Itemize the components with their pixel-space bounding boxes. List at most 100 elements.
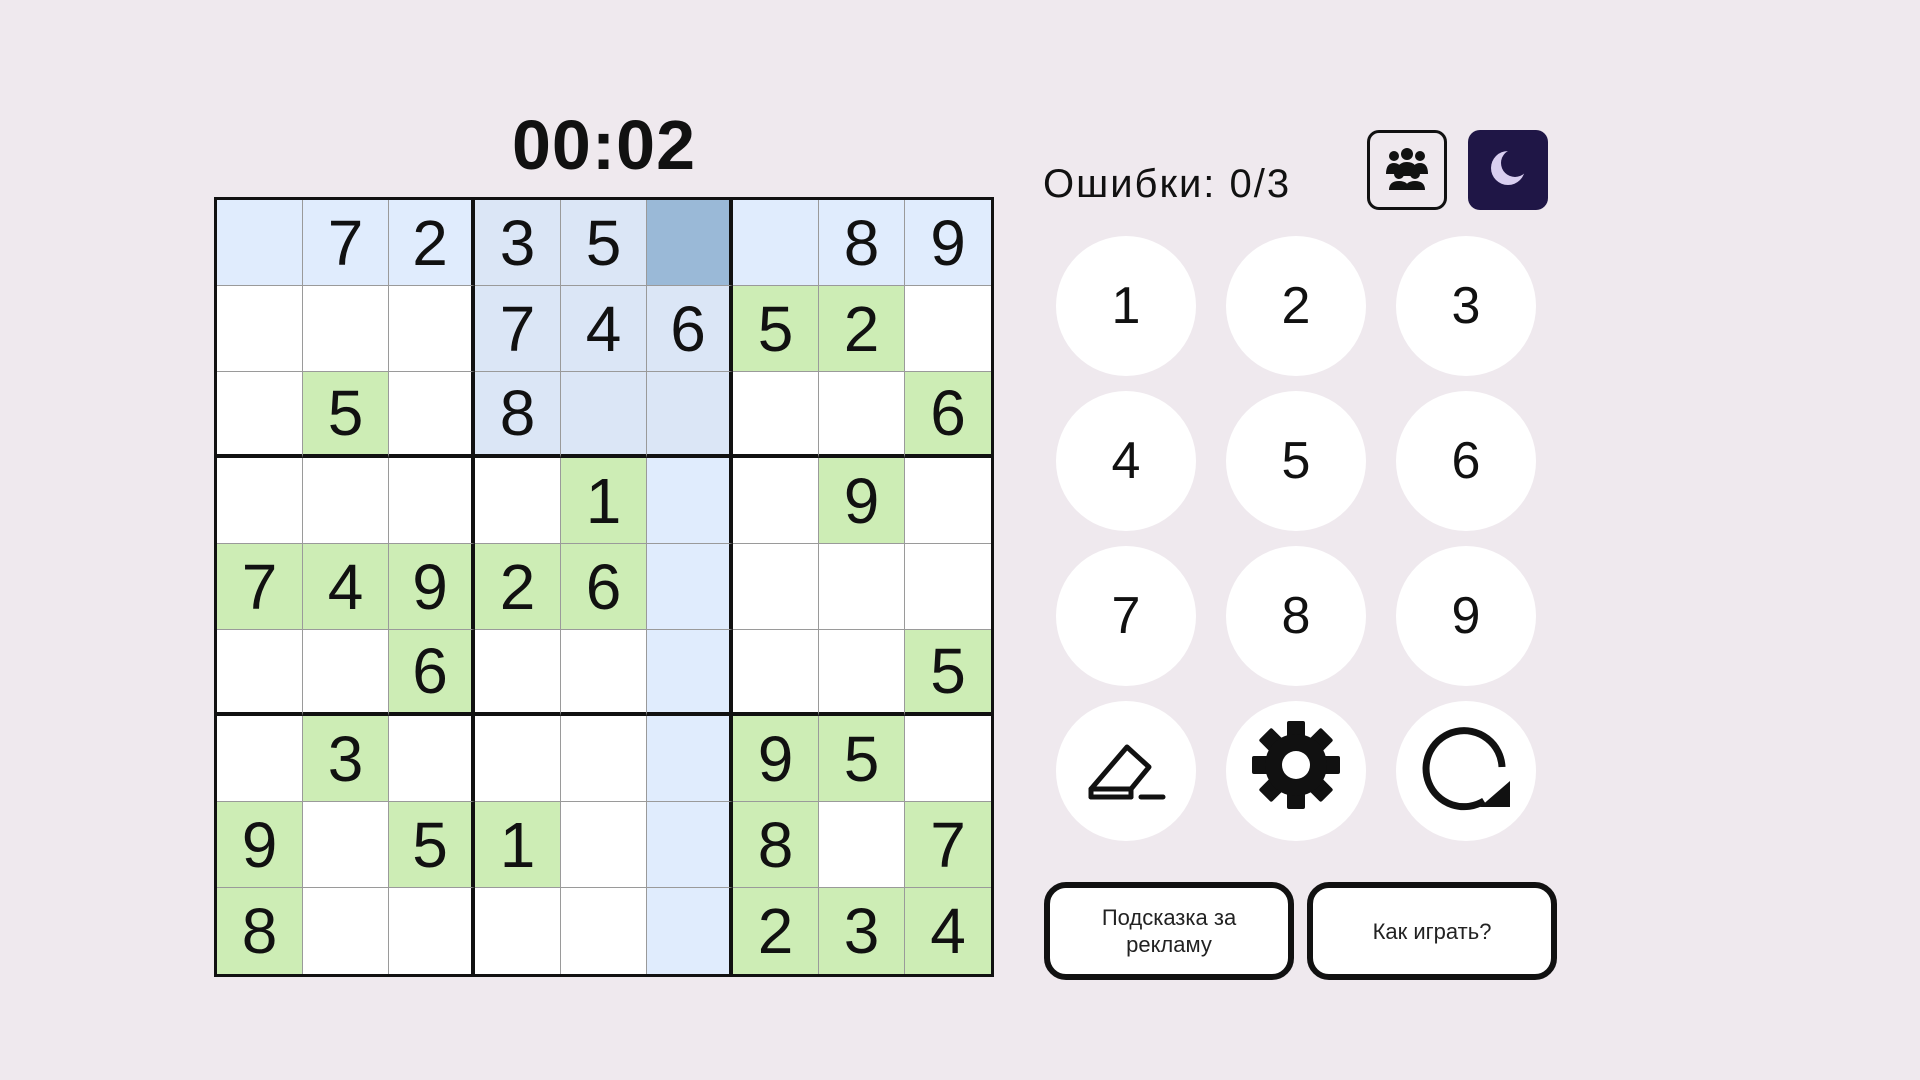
sudoku-cell[interactable]: [733, 544, 819, 630]
sudoku-cell[interactable]: 5: [303, 372, 389, 458]
sudoku-cell[interactable]: 2: [733, 888, 819, 974]
gear-icon: [1250, 719, 1342, 824]
sudoku-cell[interactable]: [389, 286, 475, 372]
sudoku-cell[interactable]: [561, 716, 647, 802]
sudoku-cell[interactable]: [647, 630, 733, 716]
sudoku-cell[interactable]: 9: [733, 716, 819, 802]
sudoku-cell[interactable]: 6: [561, 544, 647, 630]
sudoku-cell[interactable]: [819, 544, 905, 630]
hint-for-ad-button[interactable]: Подсказка за рекламу: [1044, 882, 1294, 980]
sudoku-cell[interactable]: 8: [733, 802, 819, 888]
sudoku-cell[interactable]: [217, 200, 303, 286]
number-6-button[interactable]: 6: [1396, 391, 1536, 531]
sudoku-cell[interactable]: [217, 630, 303, 716]
players-button[interactable]: [1367, 130, 1447, 210]
how-to-play-button[interactable]: Как играть?: [1307, 882, 1557, 980]
sudoku-cell[interactable]: [475, 630, 561, 716]
sudoku-cell[interactable]: 7: [475, 286, 561, 372]
sudoku-cell[interactable]: [389, 888, 475, 974]
sudoku-cell[interactable]: [303, 458, 389, 544]
sudoku-cell[interactable]: 5: [905, 630, 991, 716]
sudoku-cell[interactable]: 9: [389, 544, 475, 630]
sudoku-cell[interactable]: [819, 802, 905, 888]
sudoku-cell[interactable]: 2: [475, 544, 561, 630]
sudoku-cell[interactable]: [389, 458, 475, 544]
sudoku-cell[interactable]: [905, 286, 991, 372]
sudoku-cell[interactable]: 1: [475, 802, 561, 888]
sudoku-cell[interactable]: [217, 286, 303, 372]
number-8-button[interactable]: 8: [1226, 546, 1366, 686]
sudoku-cell[interactable]: [303, 888, 389, 974]
settings-button[interactable]: [1226, 701, 1366, 841]
theme-toggle-button[interactable]: [1468, 130, 1548, 210]
sudoku-cell[interactable]: 3: [475, 200, 561, 286]
restart-button[interactable]: [1396, 701, 1536, 841]
sudoku-cell[interactable]: [647, 372, 733, 458]
sudoku-cell[interactable]: 6: [647, 286, 733, 372]
sudoku-cell[interactable]: [905, 544, 991, 630]
number-7-button[interactable]: 7: [1056, 546, 1196, 686]
sudoku-cell[interactable]: [217, 716, 303, 802]
sudoku-cell[interactable]: 6: [389, 630, 475, 716]
sudoku-cell[interactable]: 6: [905, 372, 991, 458]
sudoku-cell[interactable]: 8: [819, 200, 905, 286]
sudoku-cell[interactable]: 5: [819, 716, 905, 802]
sudoku-cell[interactable]: [561, 372, 647, 458]
sudoku-cell[interactable]: 5: [561, 200, 647, 286]
sudoku-cell[interactable]: [647, 888, 733, 974]
sudoku-cell[interactable]: 5: [389, 802, 475, 888]
sudoku-cell[interactable]: 4: [303, 544, 389, 630]
sudoku-cell[interactable]: 9: [905, 200, 991, 286]
sudoku-cell[interactable]: [389, 372, 475, 458]
sudoku-cell[interactable]: [475, 716, 561, 802]
players-icon: [1381, 146, 1433, 195]
sudoku-cell[interactable]: [303, 630, 389, 716]
sudoku-cell[interactable]: [733, 200, 819, 286]
sudoku-cell[interactable]: [561, 630, 647, 716]
sudoku-cell[interactable]: [217, 458, 303, 544]
number-5-button[interactable]: 5: [1226, 391, 1366, 531]
sudoku-cell[interactable]: [475, 888, 561, 974]
sudoku-cell[interactable]: [905, 458, 991, 544]
sudoku-cell[interactable]: [389, 716, 475, 802]
erase-button[interactable]: [1056, 701, 1196, 841]
sudoku-cell[interactable]: 7: [303, 200, 389, 286]
sudoku-cell[interactable]: 8: [217, 888, 303, 974]
number-2-button[interactable]: 2: [1226, 236, 1366, 376]
sudoku-cell[interactable]: [733, 458, 819, 544]
timer: 00:02: [511, 106, 697, 184]
number-1-button[interactable]: 1: [1056, 236, 1196, 376]
sudoku-cell[interactable]: 5: [733, 286, 819, 372]
sudoku-cell[interactable]: 9: [819, 458, 905, 544]
sudoku-cell[interactable]: 8: [475, 372, 561, 458]
sudoku-cell[interactable]: [819, 372, 905, 458]
sudoku-cell[interactable]: [733, 372, 819, 458]
sudoku-cell[interactable]: [905, 716, 991, 802]
sudoku-cell[interactable]: 7: [217, 544, 303, 630]
sudoku-cell[interactable]: [303, 802, 389, 888]
sudoku-cell[interactable]: [733, 630, 819, 716]
sudoku-cell[interactable]: [647, 200, 733, 286]
sudoku-cell[interactable]: 3: [819, 888, 905, 974]
sudoku-cell[interactable]: 4: [905, 888, 991, 974]
sudoku-cell[interactable]: [647, 802, 733, 888]
number-3-button[interactable]: 3: [1396, 236, 1536, 376]
number-9-button[interactable]: 9: [1396, 546, 1536, 686]
sudoku-cell[interactable]: [647, 716, 733, 802]
sudoku-cell[interactable]: 2: [389, 200, 475, 286]
sudoku-cell[interactable]: [217, 372, 303, 458]
sudoku-cell[interactable]: [561, 888, 647, 974]
sudoku-cell[interactable]: 3: [303, 716, 389, 802]
sudoku-cell[interactable]: [475, 458, 561, 544]
sudoku-cell[interactable]: [647, 544, 733, 630]
sudoku-cell[interactable]: 7: [905, 802, 991, 888]
sudoku-cell[interactable]: [647, 458, 733, 544]
sudoku-cell[interactable]: 1: [561, 458, 647, 544]
sudoku-cell[interactable]: 9: [217, 802, 303, 888]
sudoku-cell[interactable]: [303, 286, 389, 372]
sudoku-cell[interactable]: 4: [561, 286, 647, 372]
number-4-button[interactable]: 4: [1056, 391, 1196, 531]
sudoku-cell[interactable]: [819, 630, 905, 716]
sudoku-cell[interactable]: 2: [819, 286, 905, 372]
sudoku-cell[interactable]: [561, 802, 647, 888]
